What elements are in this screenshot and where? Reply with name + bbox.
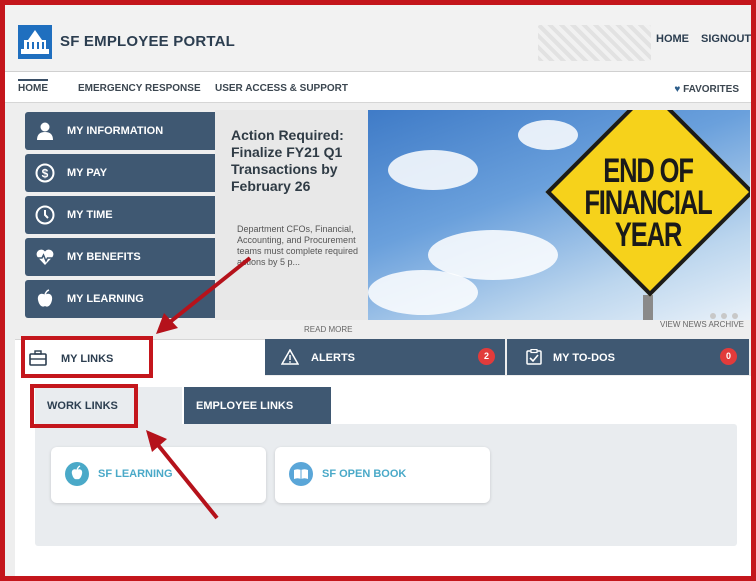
arrow-to-my-links — [156, 256, 252, 334]
arrow-to-work-links — [146, 430, 219, 520]
annotation-arrows — [146, 256, 252, 520]
